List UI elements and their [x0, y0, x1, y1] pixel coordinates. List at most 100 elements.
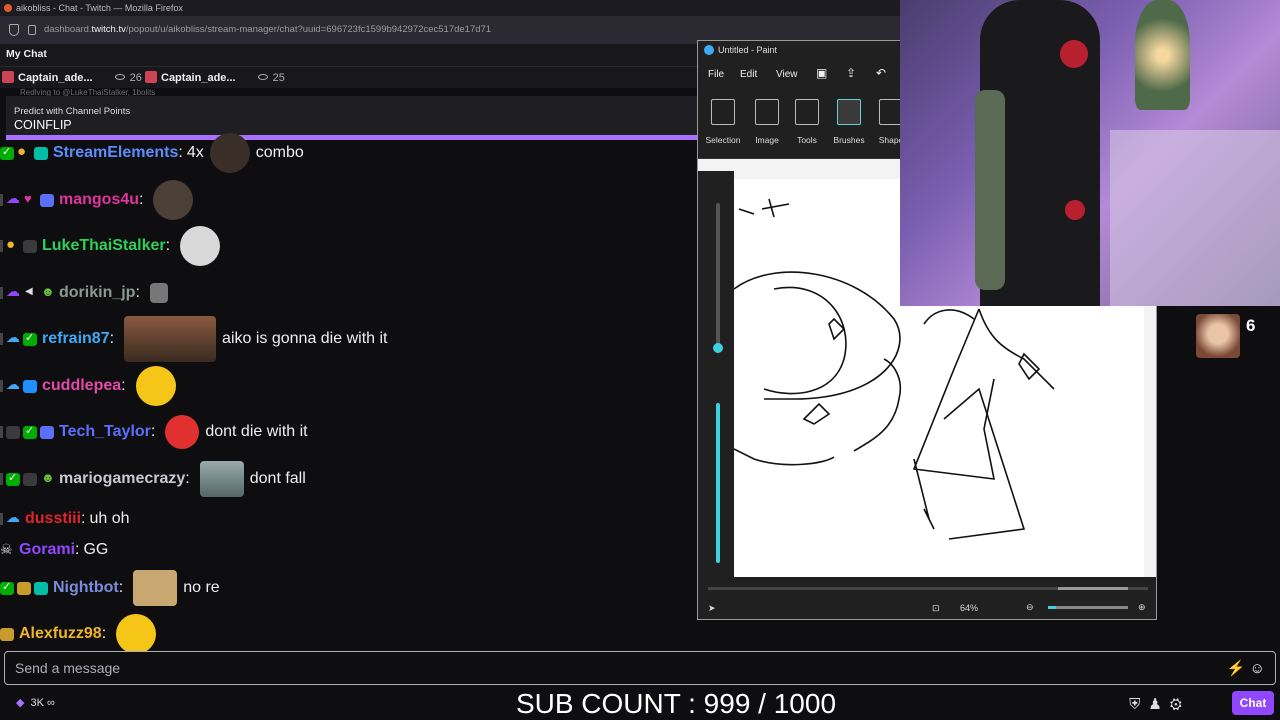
emote-image [165, 415, 200, 449]
chat-message[interactable]: cuddlepea: [0, 366, 700, 406]
username[interactable]: Tech_Taylor [59, 423, 151, 441]
fit-icon[interactable]: ⊡ [932, 603, 940, 614]
tool-label: Image [755, 135, 779, 145]
mod-tools-icon[interactable]: ♟ [1148, 696, 1169, 713]
speaker-badge-icon [23, 286, 37, 300]
username[interactable]: Nightbot [53, 579, 119, 597]
avatar [2, 71, 14, 83]
emote-image [124, 316, 217, 362]
mod-badge-icon [6, 425, 20, 439]
username[interactable]: LukeThaiStalker [42, 237, 166, 255]
bot-badge-icon [34, 581, 48, 595]
tool-image[interactable]: Image [746, 95, 788, 145]
image-icon [755, 99, 779, 125]
bits-badge-icon [6, 236, 20, 253]
pointer-icon[interactable]: ➤ [708, 603, 716, 614]
verified-badge-icon [0, 145, 14, 160]
chat-message[interactable]: Alexfuzz98: [0, 614, 700, 654]
zoom-in-icon[interactable]: ⊕ [1138, 602, 1146, 613]
chat-tab-2[interactable]: Captain_ade... 25 [145, 71, 285, 84]
eye-icon [114, 74, 125, 80]
tool-tools[interactable]: Tools [786, 95, 828, 145]
boost-icon[interactable]: ⚡ [1227, 660, 1246, 677]
username[interactable]: cuddlepea [42, 377, 121, 395]
chat-message[interactable]: Gorami: GG [0, 530, 700, 570]
save-icon[interactable]: ▣ [816, 66, 827, 80]
username[interactable]: mariogamecrazy [59, 470, 185, 488]
share-icon[interactable]: ⇪ [846, 66, 856, 80]
chat-message[interactable]: mariogamecrazy: dont fall [0, 459, 700, 499]
username[interactable]: dorikin_jp [59, 284, 135, 302]
url-text[interactable]: dashboard.twitch.tv/popout/u/aikobliss/s… [44, 24, 491, 35]
message-text: dont die with it [205, 423, 308, 440]
sub-badge-icon [40, 193, 54, 207]
zoom-level[interactable]: 64% [960, 603, 978, 613]
menu-edit[interactable]: Edit [740, 69, 757, 80]
cloud-badge-icon [6, 329, 20, 346]
chat-message[interactable]: refrain87: aiko is gonna die with it [0, 316, 700, 362]
username[interactable]: StreamElements [53, 144, 178, 162]
chat-send-button[interactable]: Chat [1232, 691, 1274, 715]
chat-message[interactable]: StreamElements: 4x combo [0, 133, 700, 173]
glasses-badge-icon [23, 239, 37, 253]
brush-icon [837, 99, 861, 125]
zoom-out-icon[interactable]: ⊖ [1026, 602, 1034, 613]
shield-icon[interactable]: ⛨ [1129, 696, 1148, 713]
size-slider-knob[interactable] [713, 343, 723, 353]
chat-tab-1[interactable]: Captain_ade... 26 [2, 71, 142, 84]
username[interactable]: Gorami [19, 541, 75, 559]
message-text: GG [83, 541, 109, 558]
prediction-title: COINFLIP [14, 118, 72, 132]
bot-badge-icon [34, 146, 48, 160]
menu-file[interactable]: File [708, 69, 724, 80]
username[interactable]: refrain87 [42, 330, 110, 348]
emote-image [149, 283, 168, 303]
username[interactable]: Alexfuzz98 [19, 625, 102, 643]
message-text: dont fall [249, 470, 306, 487]
window-title: aikobliss - Chat - Twitch — Mozilla Fire… [16, 3, 183, 13]
emote-image [209, 133, 250, 173]
verified-badge-icon [23, 424, 37, 439]
gold-badge-icon [0, 627, 14, 641]
username[interactable]: dusstiii [25, 510, 81, 528]
tool-brushes[interactable]: Brushes [828, 95, 870, 145]
emote-image [180, 226, 221, 266]
tab-label: Captain_ade... [18, 72, 93, 84]
chat-message[interactable]: Tech_Taylor: dont die with it [0, 412, 700, 452]
eye-icon [257, 74, 268, 80]
opacity-slider[interactable] [716, 403, 720, 563]
horizontal-scrollbar[interactable] [708, 587, 1148, 590]
tool-selection[interactable]: Selection [702, 95, 744, 145]
message-text: no re [183, 579, 220, 596]
zoom-slider[interactable] [1048, 606, 1128, 609]
menu-view[interactable]: View [776, 69, 798, 80]
lock-icon[interactable] [28, 25, 36, 35]
bits-badge-icon [17, 143, 31, 160]
alien-badge-icon [40, 284, 55, 300]
emote-image [199, 461, 244, 497]
username[interactable]: mangos4u [59, 191, 139, 209]
prediction-label: Predict with Channel Points [14, 106, 131, 117]
cloud-badge-icon [6, 190, 20, 207]
emote-picker-icon[interactable]: ☺ [1250, 660, 1265, 677]
emote-image [153, 180, 194, 220]
alien-badge-icon [40, 470, 55, 486]
undo-icon[interactable]: ↶ [876, 66, 886, 80]
gold-badge-icon [17, 581, 31, 595]
viewer-count: 6 [1246, 316, 1256, 335]
chat-input[interactable]: Send a message ⚡ ☺ [4, 651, 1276, 685]
chat-message[interactable]: Nightbot: no re [0, 568, 700, 608]
tool-label: Selection [705, 135, 741, 145]
chat-message[interactable]: LukeThaiStalker: [0, 226, 700, 266]
chat-message[interactable]: mangos4u: [0, 180, 700, 220]
christmas-tree [1135, 0, 1190, 110]
settings-icon[interactable]: ⚙ [1170, 696, 1190, 713]
tab-count: 25 [272, 72, 285, 84]
emote-image [135, 366, 176, 406]
tracking-shield-icon[interactable] [9, 24, 19, 36]
rose-icon [1065, 200, 1085, 220]
size-slider[interactable] [713, 203, 723, 353]
tab-label: Captain_ade... [161, 72, 236, 84]
chat-message[interactable]: dorikin_jp: [0, 273, 700, 313]
cloud-badge-icon [6, 509, 20, 526]
